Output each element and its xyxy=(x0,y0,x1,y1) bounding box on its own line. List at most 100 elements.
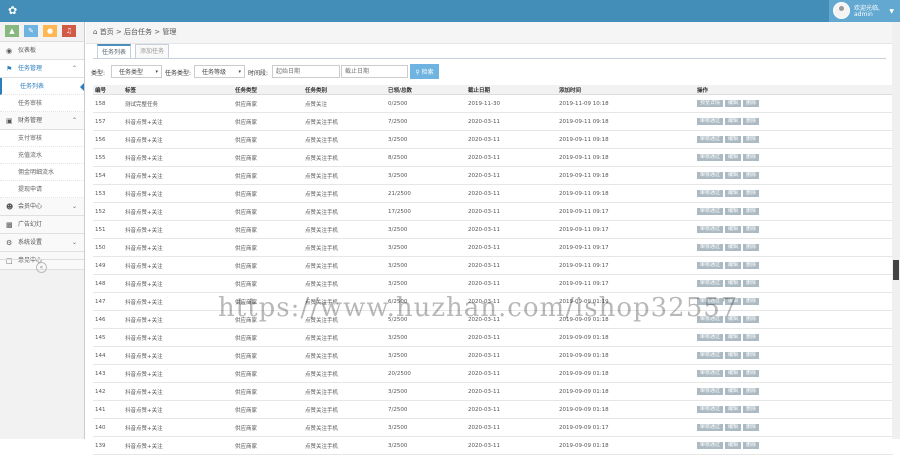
end-date-input[interactable] xyxy=(341,65,408,78)
sidebar-subitem-payment-review[interactable]: 支付审核 xyxy=(0,130,84,147)
edit-button[interactable]: 编辑 xyxy=(725,370,742,377)
table-cell: 2019-09-11 09:18 xyxy=(557,112,695,131)
delete-button[interactable]: 删除 xyxy=(743,334,760,341)
pencil-icon[interactable]: ✎ xyxy=(24,25,38,37)
delete-button[interactable]: 删除 xyxy=(743,136,760,143)
review-button[interactable]: 审核通过 xyxy=(697,136,724,143)
table-body: 158 测试完整任务 供应商家 点赞关注 0/2500 2019-11-30 2019-11… xyxy=(93,94,893,455)
edit-button[interactable]: 编辑 xyxy=(725,118,742,125)
tab-task-list[interactable]: 任务列表 xyxy=(97,44,132,59)
edit-button[interactable]: 编辑 xyxy=(725,298,742,305)
edit-button[interactable]: 编辑 xyxy=(725,334,742,341)
task-level-select[interactable]: 任务等级 ▾ xyxy=(194,65,245,78)
table-cell: 151 xyxy=(93,220,123,239)
review-button[interactable]: 审核通过 xyxy=(697,442,724,449)
review-button[interactable]: 审核通过 xyxy=(697,190,724,197)
review-button[interactable]: 审核通过 xyxy=(697,370,724,377)
review-button[interactable]: 审核通过 xyxy=(697,262,724,269)
delete-button[interactable]: 删除 xyxy=(743,244,760,251)
review-button[interactable]: 审核通过 xyxy=(697,226,724,233)
edit-button[interactable]: 编辑 xyxy=(725,406,742,413)
start-date-input[interactable] xyxy=(272,65,340,78)
sidebar-item-task[interactable]: ⚑ 任务管理 ⌃ xyxy=(0,60,84,78)
edit-button[interactable]: 编辑 xyxy=(725,136,742,143)
review-button[interactable]: 审核通过 xyxy=(697,298,724,305)
review-button[interactable]: 审核通过 xyxy=(697,316,724,323)
review-button[interactable]: 审核通过 xyxy=(697,118,724,125)
table-cell: 抖音点赞+关注 xyxy=(123,274,233,293)
delete-button[interactable]: 删除 xyxy=(743,442,760,449)
sidebar-item-member[interactable]: ☻ 会员中心 ⌄ xyxy=(0,198,84,216)
delete-button[interactable]: 删除 xyxy=(743,370,760,377)
review-button[interactable]: 审核通过 xyxy=(697,154,724,161)
double-chevron-left-icon[interactable]: « xyxy=(36,262,47,273)
review-button[interactable]: 审核通过 xyxy=(697,208,724,215)
edit-button[interactable]: 编辑 xyxy=(725,154,742,161)
delete-button[interactable]: 删除 xyxy=(743,118,760,125)
delete-button[interactable]: 删除 xyxy=(743,208,760,215)
delete-button[interactable]: 删除 xyxy=(743,172,760,179)
edit-button[interactable]: 编辑 xyxy=(725,172,742,179)
sidebar-item-finance[interactable]: ▣ 财务管理 ⌃ xyxy=(0,112,84,130)
sidebar-subitem-withdraw[interactable]: 提现申请 xyxy=(0,181,84,198)
top-navbar: ✿ 欢迎光临, admin ▼ xyxy=(0,0,900,22)
edit-button[interactable]: 编辑 xyxy=(725,208,742,215)
review-button[interactable]: 审核通过 xyxy=(697,406,724,413)
edit-button[interactable]: 编辑 xyxy=(725,244,742,251)
delete-button[interactable]: 删除 xyxy=(743,226,760,233)
delete-button[interactable]: 删除 xyxy=(743,424,760,431)
sidebar-item-dashboard[interactable]: ◉ 仪表板 xyxy=(0,42,84,60)
review-button[interactable]: 审核通过 xyxy=(697,388,724,395)
table-cell: 抖音点赞+关注 xyxy=(123,292,233,311)
sidebar-item-label: 系统设置 xyxy=(18,239,43,246)
scrollbar-thumb[interactable] xyxy=(893,260,899,280)
delete-button[interactable]: 删除 xyxy=(743,280,760,287)
edit-button[interactable]: 编辑 xyxy=(725,226,742,233)
edit-button[interactable]: 编辑 xyxy=(725,424,742,431)
search-button[interactable]: ⚲ 检索 xyxy=(410,64,439,79)
table-cell: 21/2500 xyxy=(386,184,466,203)
task-category-select[interactable]: 任务类型 ▾ xyxy=(111,65,162,78)
user-menu[interactable]: 欢迎光临, admin ▼ xyxy=(829,0,900,22)
delete-button[interactable]: 删除 xyxy=(743,406,760,413)
review-button[interactable]: 审核通过 xyxy=(697,334,724,341)
delete-button[interactable]: 删除 xyxy=(743,316,760,323)
delete-button[interactable]: 删除 xyxy=(743,262,760,269)
edit-button[interactable]: 编辑 xyxy=(725,442,742,449)
edit-button[interactable]: 编辑 xyxy=(725,280,742,287)
sidebar-item-settings[interactable]: ⚙ 系统设置 ⌄ xyxy=(0,234,84,252)
review-button[interactable]: 审核通过 xyxy=(697,424,724,431)
edit-button[interactable]: 编辑 xyxy=(725,190,742,197)
delete-button[interactable]: 删除 xyxy=(743,352,760,359)
bell-icon[interactable]: ♫ xyxy=(62,25,76,37)
signal-icon[interactable]: ▲ xyxy=(5,25,19,37)
leaf-logo-icon[interactable]: ✿ xyxy=(8,5,20,17)
sidebar-item-ads[interactable]: ▩ 广告幻灯 xyxy=(0,216,84,234)
table-cell: 153 xyxy=(93,184,123,203)
sidebar-subitem-commission-log[interactable]: 佣金明细流水 xyxy=(0,164,84,181)
delete-button[interactable]: 删除 xyxy=(743,190,760,197)
delete-button[interactable]: 删除 xyxy=(743,298,760,305)
edit-button[interactable]: 编辑 xyxy=(725,316,742,323)
edit-button[interactable]: 编辑 xyxy=(725,100,742,107)
users-icon[interactable]: ● xyxy=(43,25,57,37)
review-button[interactable]: 预览详情 xyxy=(697,100,724,107)
review-button[interactable]: 审核通过 xyxy=(697,172,724,179)
sidebar-subitem-recharge-log[interactable]: 充值流水 xyxy=(0,147,84,164)
edit-button[interactable]: 编辑 xyxy=(725,262,742,269)
tab-add-task[interactable]: 添加任务 xyxy=(135,44,170,58)
breadcrumb-level2[interactable]: 后台任务 xyxy=(124,22,152,43)
sidebar-subitem-task-review[interactable]: 任务审核 xyxy=(0,95,84,112)
delete-button[interactable]: 删除 xyxy=(743,388,760,395)
sidebar-subitem-task-list[interactable]: 任务列表 xyxy=(0,78,84,95)
table-cell: 点赞关注手机 xyxy=(303,184,386,203)
review-button[interactable]: 审核通过 xyxy=(697,280,724,287)
delete-button[interactable]: 删除 xyxy=(743,100,760,107)
page-scrollbar[interactable] xyxy=(892,22,900,439)
delete-button[interactable]: 删除 xyxy=(743,154,760,161)
edit-button[interactable]: 编辑 xyxy=(725,352,742,359)
edit-button[interactable]: 编辑 xyxy=(725,388,742,395)
breadcrumb-home[interactable]: 首页 xyxy=(100,22,114,43)
review-button[interactable]: 审核通过 xyxy=(697,244,724,251)
review-button[interactable]: 审核通过 xyxy=(697,352,724,359)
